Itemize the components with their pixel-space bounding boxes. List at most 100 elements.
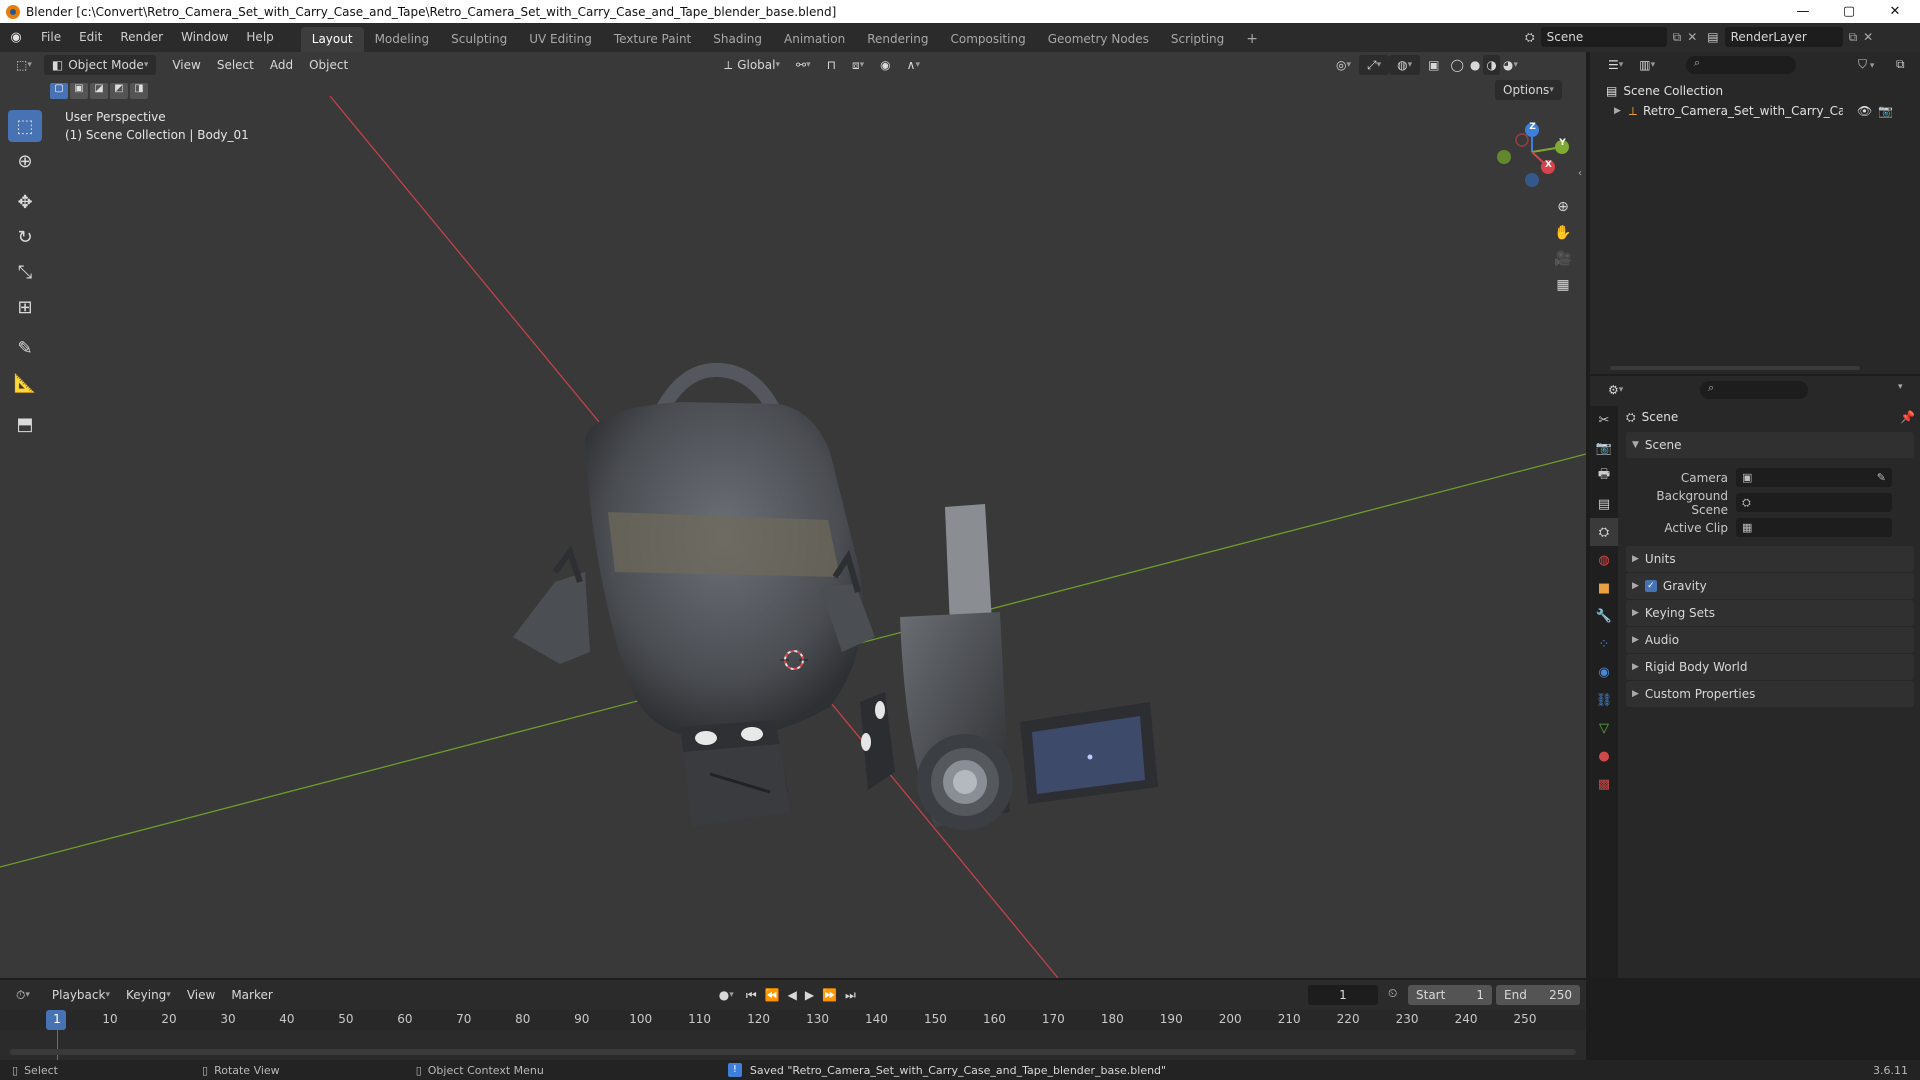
properties-editor-type-icon[interactable]: ⚙ bbox=[1600, 380, 1631, 400]
new-view-layer-icon[interactable]: ⧉ bbox=[1849, 30, 1858, 45]
tab-sculpting[interactable]: Sculpting bbox=[440, 27, 518, 52]
options-dropdown[interactable]: Options bbox=[1495, 80, 1562, 100]
preview-range-icon[interactable]: ⏲ bbox=[1388, 986, 1397, 1001]
world-tab-icon[interactable]: ◍ bbox=[1590, 546, 1618, 574]
camera-field[interactable]: ▣ ✎ bbox=[1736, 468, 1892, 487]
cursor-tool-icon[interactable]: ⊕ bbox=[8, 145, 42, 177]
pivot-point-icon[interactable]: ⚯ bbox=[788, 55, 819, 75]
pan-hand-icon[interactable]: ✋ bbox=[1550, 220, 1576, 246]
tab-animation[interactable]: Animation bbox=[773, 27, 856, 52]
delete-scene-icon[interactable]: ✕ bbox=[1687, 30, 1697, 44]
physics-tab-icon[interactable]: ◉ bbox=[1590, 658, 1618, 686]
menu-window[interactable]: Window bbox=[172, 23, 237, 52]
menu-help[interactable]: Help bbox=[237, 23, 282, 52]
add-workspace-button[interactable]: + bbox=[1235, 27, 1269, 52]
move-tool-icon[interactable]: ✥ bbox=[8, 186, 42, 218]
render-camera-icon[interactable]: 📷 bbox=[1878, 104, 1893, 118]
timeline-scrollbar[interactable] bbox=[10, 1049, 1576, 1055]
gizmo-x-label[interactable]: X bbox=[1541, 160, 1556, 170]
falloff-icon[interactable]: ∧ bbox=[899, 55, 928, 75]
tab-modeling[interactable]: Modeling bbox=[364, 27, 441, 52]
camera-view-icon[interactable]: 🎥 bbox=[1550, 246, 1576, 272]
auto-keying-icon[interactable]: ● bbox=[711, 985, 742, 1005]
new-collection-icon[interactable]: ⧉ bbox=[1896, 57, 1905, 72]
tab-geometry-nodes[interactable]: Geometry Nodes bbox=[1037, 27, 1160, 52]
minimize-button[interactable]: — bbox=[1780, 0, 1826, 23]
select-new-icon[interactable]: ▢ bbox=[50, 83, 68, 99]
tab-texture-paint[interactable]: Texture Paint bbox=[603, 27, 702, 52]
select-subtract-icon[interactable]: ◪ bbox=[90, 83, 108, 99]
xray-toggle-icon[interactable]: ▣ bbox=[1420, 55, 1447, 75]
tab-shading[interactable]: Shading bbox=[702, 27, 773, 52]
outliner-editor-type-icon[interactable]: ☰ bbox=[1600, 55, 1631, 75]
expand-arrow-icon[interactable]: ▶ bbox=[1614, 106, 1621, 116]
custom-properties-panel-header[interactable]: ▶ Custom Properties bbox=[1626, 681, 1914, 707]
snap-target-icon[interactable]: ⧈ bbox=[844, 55, 872, 75]
transform-orientation-dropdown[interactable]: ⟂ Global bbox=[716, 55, 788, 75]
annotate-tool-icon[interactable]: ✎ bbox=[8, 332, 42, 364]
material-shading-icon[interactable]: ◑ bbox=[1483, 55, 1500, 75]
play-reverse-icon[interactable]: ◀ bbox=[784, 985, 801, 1005]
gizmo-toggle-icon[interactable]: ⤢ bbox=[1358, 55, 1390, 75]
snap-icon[interactable]: ⊓ bbox=[819, 55, 844, 75]
new-scene-icon[interactable]: ⧉ bbox=[1673, 30, 1682, 45]
jump-keyframe-forward-icon[interactable]: ⏩ bbox=[818, 985, 841, 1005]
menu-add[interactable]: Add bbox=[262, 55, 301, 75]
filter-icon[interactable]: ⛉ bbox=[1858, 57, 1874, 72]
data-tab-icon[interactable]: ▽ bbox=[1590, 714, 1618, 742]
output-tab-icon[interactable]: 🖶 bbox=[1590, 462, 1618, 490]
menu-keying[interactable]: Keying bbox=[118, 985, 179, 1005]
rigid-body-world-panel-header[interactable]: ▶ Rigid Body World bbox=[1626, 654, 1914, 680]
menu-file[interactable]: File bbox=[32, 23, 70, 52]
tool-tab-icon[interactable]: ✂ bbox=[1590, 406, 1618, 434]
keying-sets-panel-header[interactable]: ▶ Keying Sets bbox=[1626, 600, 1914, 626]
scene-selector-icon[interactable]: ⛭ bbox=[1525, 30, 1535, 45]
tab-scripting[interactable]: Scripting bbox=[1160, 27, 1235, 52]
properties-search-input[interactable]: ⌕ bbox=[1700, 381, 1808, 399]
start-frame-field[interactable]: Start 1 bbox=[1408, 985, 1492, 1005]
menu-playback[interactable]: Playback bbox=[44, 985, 118, 1005]
scene-field[interactable]: Scene bbox=[1540, 27, 1667, 47]
modifier-tab-icon[interactable]: 🔧 bbox=[1590, 602, 1618, 630]
timeline-editor-type-icon[interactable]: ⏱ bbox=[8, 985, 38, 1005]
overlay-toggle-icon[interactable]: ◍ bbox=[1389, 55, 1421, 75]
wireframe-shading-icon[interactable]: ◯ bbox=[1447, 55, 1466, 75]
units-panel-header[interactable]: ▶ Units bbox=[1626, 546, 1914, 572]
gravity-checkbox[interactable]: ✓ bbox=[1644, 580, 1657, 592]
menu-select[interactable]: Select bbox=[209, 55, 262, 75]
current-frame-field[interactable]: 1 bbox=[1308, 985, 1378, 1005]
render-tab-icon[interactable]: 📷 bbox=[1590, 434, 1618, 462]
menu-object[interactable]: Object bbox=[301, 55, 356, 75]
view-layer-field[interactable]: RenderLayer bbox=[1724, 27, 1843, 47]
ortho-grid-icon[interactable]: ▦ bbox=[1550, 272, 1576, 298]
menu-edit[interactable]: Edit bbox=[70, 23, 111, 52]
display-mode-icon[interactable]: ▥ bbox=[1631, 55, 1663, 75]
mode-selector[interactable]: ◧ Object Mode bbox=[43, 55, 157, 75]
close-button[interactable]: ✕ bbox=[1872, 0, 1918, 23]
visibility-eye-icon[interactable]: 👁 bbox=[1857, 104, 1872, 118]
transform-tool-icon[interactable]: ⊞ bbox=[8, 291, 42, 323]
gizmo-y-label[interactable]: Y bbox=[1555, 138, 1570, 148]
zoom-icon[interactable]: ⊕ bbox=[1550, 194, 1576, 220]
particles-tab-icon[interactable]: ⁘ bbox=[1590, 630, 1618, 658]
measure-tool-icon[interactable]: 📐 bbox=[8, 367, 42, 399]
scale-tool-icon[interactable]: ⤡ bbox=[8, 256, 42, 288]
3d-viewport[interactable]: Z Y X ⬚ ◧Object Mode View Select Add Obj… bbox=[0, 52, 1586, 978]
select-extend-icon[interactable]: ▣ bbox=[70, 83, 88, 99]
scene-tab-icon[interactable]: ⛭ bbox=[1590, 518, 1618, 546]
select-invert-icon[interactable]: ◩ bbox=[110, 83, 128, 99]
jump-start-icon[interactable]: ⏮ bbox=[742, 985, 761, 1005]
texture-tab-icon[interactable]: ▩ bbox=[1590, 770, 1618, 798]
gizmo-z-label[interactable]: Z bbox=[1525, 122, 1540, 132]
proportional-edit-icon[interactable]: ◉ bbox=[872, 55, 898, 75]
tab-layout[interactable]: Layout bbox=[300, 27, 364, 52]
menu-view[interactable]: View bbox=[164, 55, 208, 75]
add-cube-tool-icon[interactable]: ⬒ bbox=[8, 408, 42, 440]
blender-menu-icon[interactable]: ◉ bbox=[0, 30, 32, 45]
jump-end-icon[interactable]: ⏭ bbox=[841, 985, 860, 1005]
menu-marker[interactable]: Marker bbox=[223, 985, 280, 1005]
sidebar-toggle-icon[interactable]: ‹ bbox=[1578, 168, 1582, 179]
eyedropper-icon[interactable]: ✎ bbox=[1877, 471, 1886, 484]
tab-uv-editing[interactable]: UV Editing bbox=[518, 27, 603, 52]
rendered-shading-icon[interactable]: ◕ bbox=[1500, 55, 1521, 75]
